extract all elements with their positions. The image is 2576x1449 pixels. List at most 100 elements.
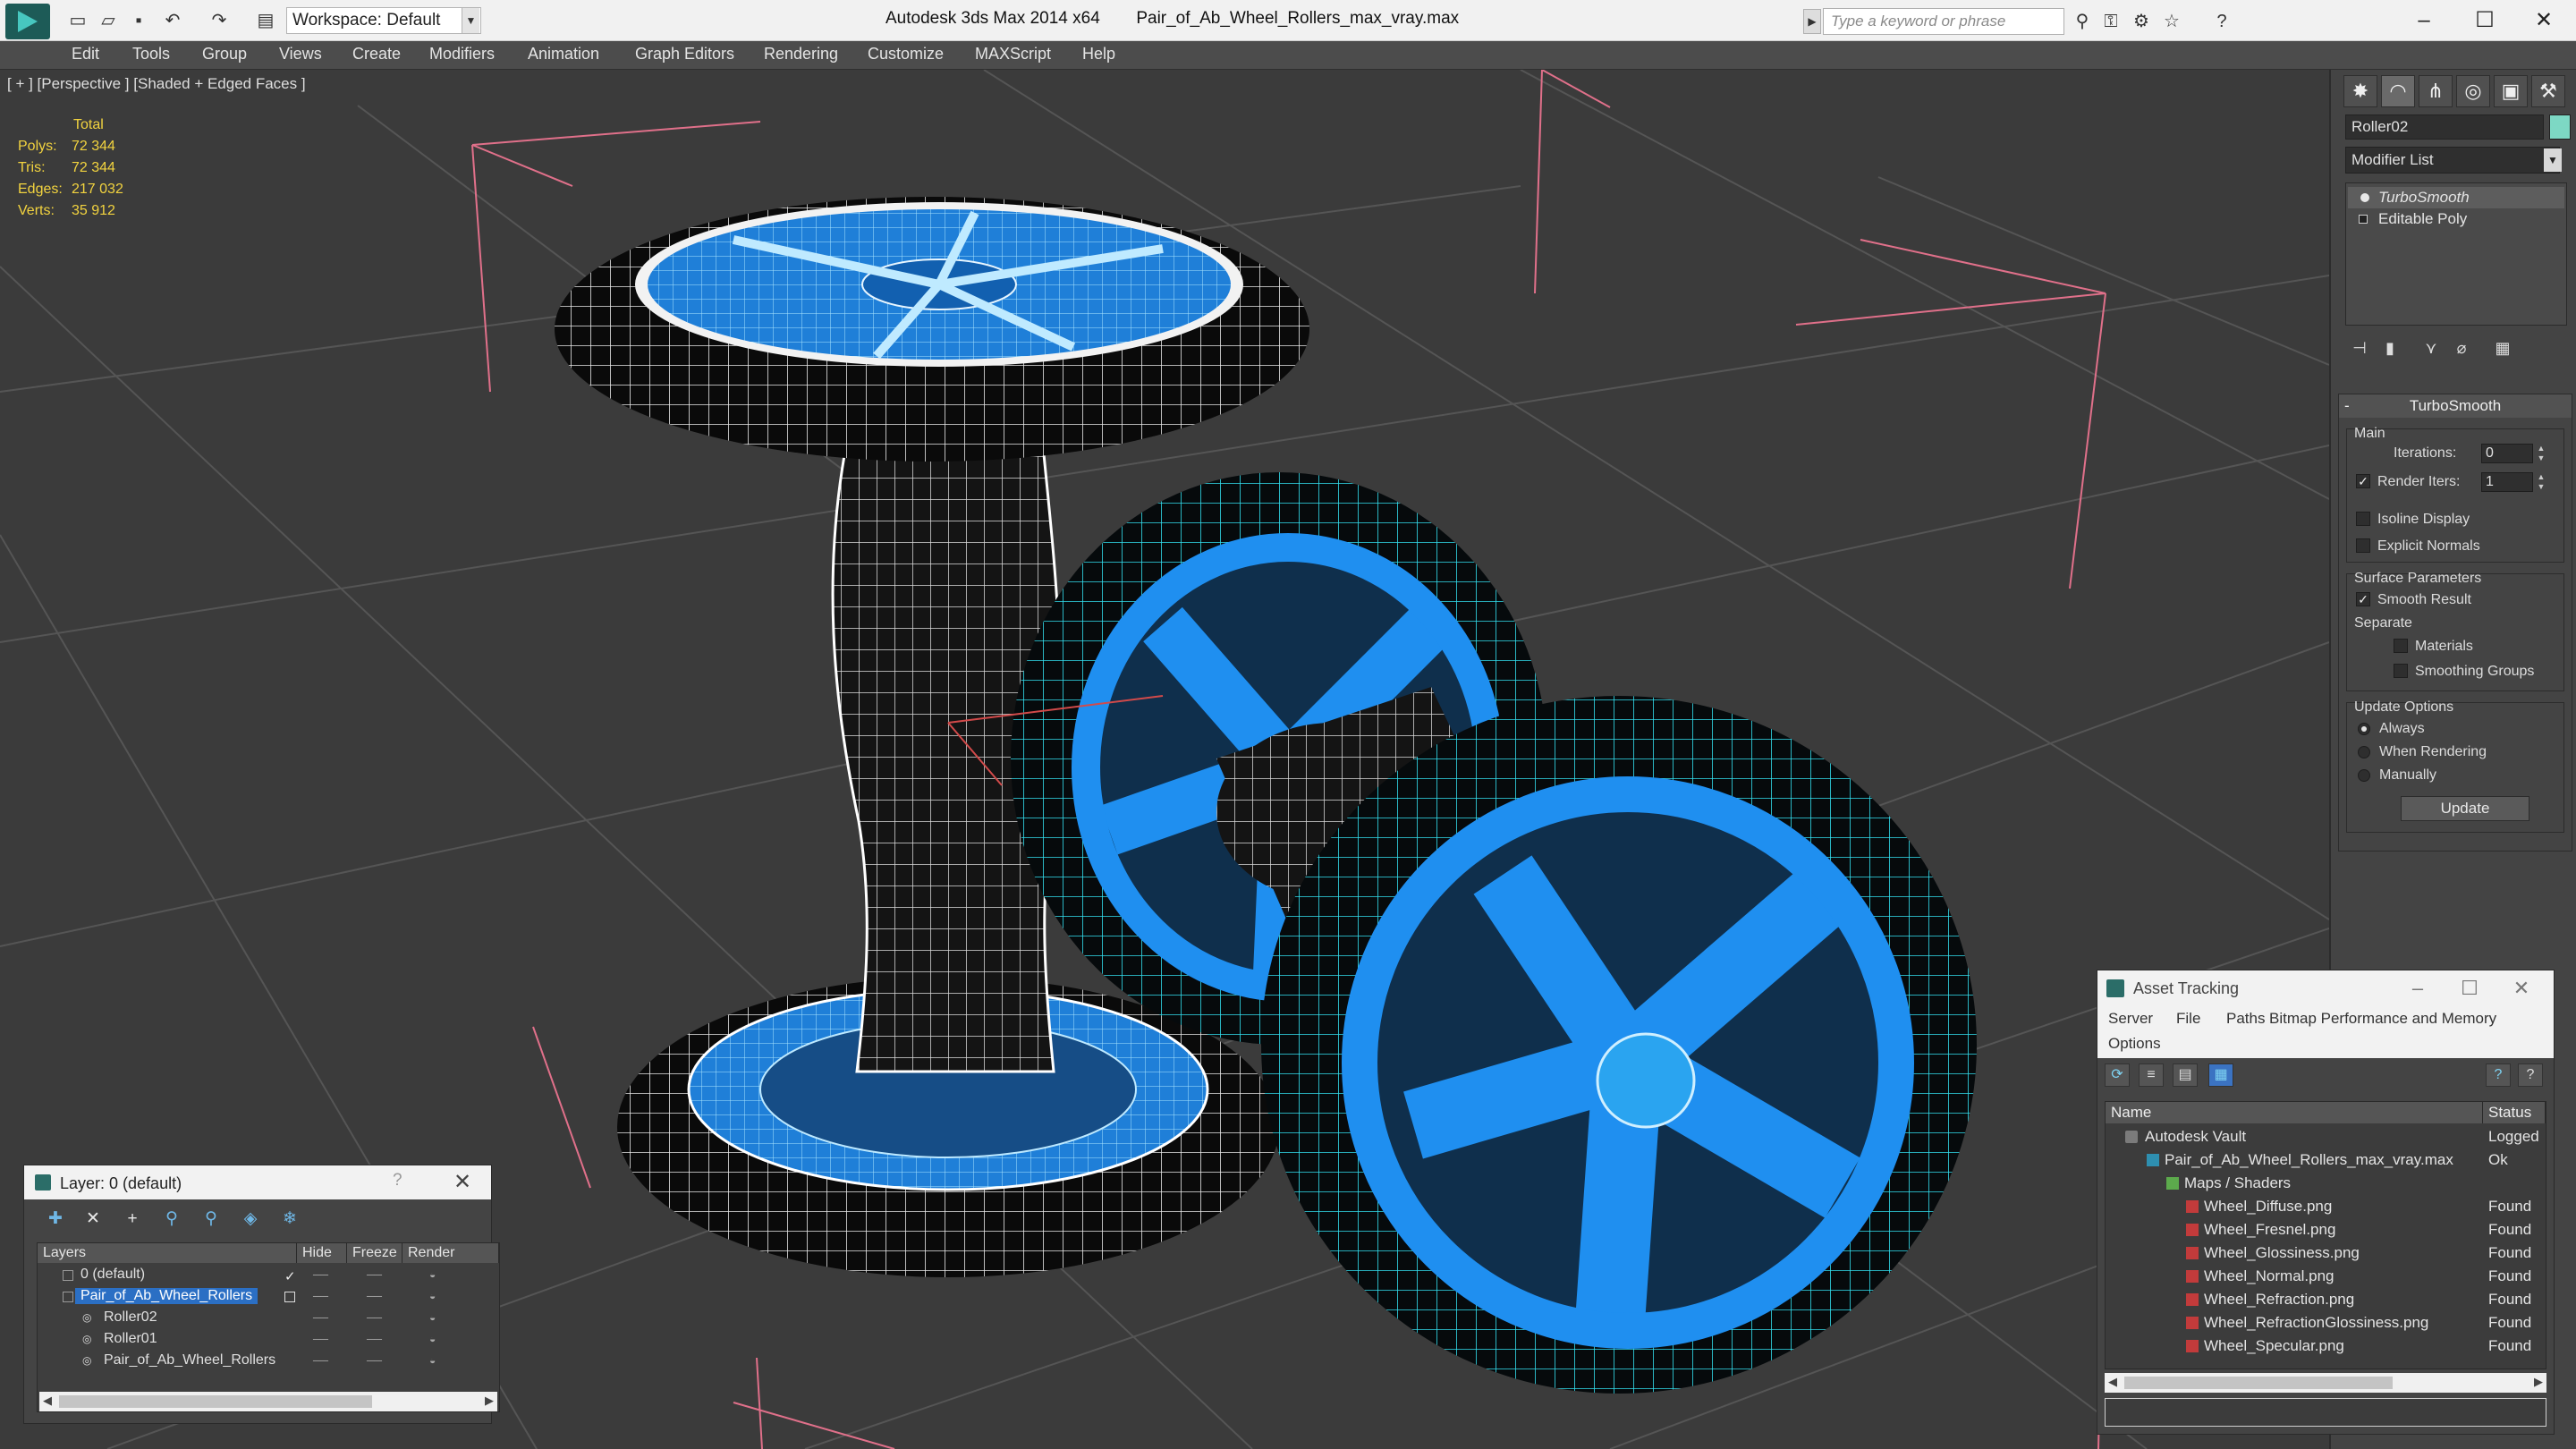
- when-rendering-radio[interactable]: [2358, 746, 2370, 758]
- menu-paths[interactable]: Paths: [2226, 1010, 2265, 1028]
- vault-help-icon[interactable]: ?: [2486, 1063, 2511, 1087]
- rollout-title[interactable]: TurboSmooth: [2339, 394, 2572, 418]
- freeze-toggle[interactable]: ──: [367, 1354, 382, 1367]
- delete-layer-icon[interactable]: ✕: [80, 1207, 106, 1232]
- help-icon[interactable]: ?: [393, 1171, 402, 1191]
- asset-row[interactable]: Wheel_Refraction.png Found: [2106, 1288, 2546, 1311]
- modify-tab-icon[interactable]: ◠: [2381, 75, 2415, 107]
- asset-row[interactable]: Wheel_Specular.png Found: [2106, 1335, 2546, 1358]
- remove-modifier-icon[interactable]: ⌀: [2449, 336, 2474, 360]
- new-file-icon[interactable]: ▭: [66, 9, 89, 32]
- layer-dialog-titlebar[interactable]: Layer: 0 (default) ? ✕: [24, 1165, 491, 1199]
- binoculars-icon[interactable]: ⚲: [2070, 9, 2095, 34]
- communication-icon[interactable]: ⚙: [2129, 9, 2154, 34]
- add-to-layer-icon[interactable]: +: [119, 1207, 146, 1232]
- manually-radio[interactable]: [2358, 769, 2370, 782]
- list-view-icon[interactable]: ≡: [2139, 1063, 2164, 1087]
- help-icon[interactable]: ?: [2209, 9, 2234, 34]
- project-folder-icon[interactable]: ▤: [254, 9, 277, 32]
- menu-animation[interactable]: Animation: [528, 45, 599, 64]
- show-end-result-icon[interactable]: ▮: [2377, 336, 2402, 360]
- favorites-star-icon[interactable]: ☆: [2159, 9, 2184, 34]
- chevron-right-icon[interactable]: ▶: [2534, 1375, 2543, 1389]
- menu-bitmap-performance[interactable]: Bitmap Performance and Memory: [2269, 1010, 2496, 1028]
- create-tab-icon[interactable]: ✸: [2343, 75, 2377, 107]
- materials-checkbox[interactable]: [2394, 639, 2408, 653]
- hide-all-layers-icon[interactable]: ◈: [237, 1207, 264, 1232]
- minimize-icon[interactable]: –: [2396, 972, 2439, 1004]
- asset-row[interactable]: Wheel_Normal.png Found: [2106, 1265, 2546, 1288]
- smoothing-groups-checkbox[interactable]: [2394, 664, 2408, 678]
- update-button[interactable]: Update: [2401, 796, 2529, 821]
- menu-tools[interactable]: Tools: [132, 45, 170, 64]
- maximize-icon[interactable]: ☐: [2448, 972, 2491, 1004]
- search-input[interactable]: [1823, 8, 2064, 35]
- refresh-icon[interactable]: ⟳: [2105, 1063, 2130, 1087]
- subscription-icon[interactable]: ⚿: [2098, 9, 2123, 34]
- close-icon[interactable]: ✕: [2517, 4, 2571, 38]
- scrollbar-thumb[interactable]: [2124, 1377, 2393, 1389]
- menu-customize[interactable]: Customize: [868, 45, 944, 64]
- create-layer-icon[interactable]: ✚: [42, 1207, 69, 1232]
- configure-modifier-sets-icon[interactable]: ▦: [2490, 336, 2515, 360]
- freeze-toggle[interactable]: ──: [367, 1333, 382, 1345]
- chevron-down-icon[interactable]: ▼: [2544, 148, 2562, 172]
- minimize-icon[interactable]: –: [2397, 4, 2451, 38]
- render-teapot-icon[interactable]: ◒: [429, 1268, 436, 1281]
- render-teapot-icon[interactable]: ◒: [429, 1311, 436, 1324]
- select-objects-icon[interactable]: ⚲: [158, 1207, 185, 1232]
- asset-row[interactable]: Maps / Shaders: [2106, 1172, 2546, 1195]
- stack-item-editable-poly[interactable]: Editable Poly: [2348, 208, 2564, 230]
- horizontal-scrollbar[interactable]: ◀ ▶: [2105, 1373, 2546, 1393]
- layer-row[interactable]: ◎ Roller01 ── ── ◒: [38, 1329, 499, 1351]
- asset-path-field[interactable]: [2105, 1398, 2546, 1427]
- column-header-freeze[interactable]: Freeze: [347, 1243, 402, 1263]
- collapse-icon[interactable]: -: [2344, 394, 2350, 418]
- menu-help[interactable]: Help: [1082, 45, 1115, 64]
- menu-server[interactable]: Server: [2108, 1010, 2153, 1028]
- workspace-select[interactable]: Workspace: Default: [286, 7, 481, 34]
- render-teapot-icon[interactable]: ◒: [429, 1354, 436, 1367]
- menu-file[interactable]: File: [2176, 1010, 2200, 1028]
- chevron-down-icon[interactable]: ▼: [462, 8, 479, 33]
- menu-edit[interactable]: Edit: [72, 45, 99, 64]
- lightbulb-icon[interactable]: [2360, 193, 2369, 202]
- menu-options[interactable]: Options: [2108, 1035, 2161, 1053]
- display-tab-icon[interactable]: ▣: [2494, 75, 2528, 107]
- open-file-icon[interactable]: ▱: [97, 9, 120, 32]
- menu-rendering[interactable]: Rendering: [764, 45, 838, 64]
- modifier-list-dropdown[interactable]: Modifier List: [2345, 147, 2560, 174]
- hide-toggle[interactable]: ──: [313, 1268, 328, 1281]
- isoline-display-checkbox[interactable]: [2356, 512, 2370, 526]
- freeze-toggle[interactable]: ──: [367, 1268, 382, 1281]
- freeze-toggle[interactable]: ──: [367, 1290, 382, 1302]
- asset-row[interactable]: Pair_of_Ab_Wheel_Rollers_max_vray.max Ok: [2106, 1148, 2546, 1172]
- redo-icon[interactable]: ↷: [208, 9, 231, 32]
- search-expand-icon[interactable]: ▶: [1803, 9, 1821, 34]
- layer-row[interactable]: 0 (default) ✓ ── ── ◒: [38, 1265, 499, 1286]
- current-layer-box-icon[interactable]: [284, 1292, 295, 1302]
- save-file-icon[interactable]: ▪: [127, 9, 150, 32]
- chevron-left-icon[interactable]: ◀: [2108, 1375, 2117, 1389]
- layer-row[interactable]: Pair_of_Ab_Wheel_Rollers ── ── ◒: [38, 1286, 499, 1308]
- column-header-render[interactable]: Render: [402, 1243, 499, 1263]
- layer-row[interactable]: ◎ Roller02 ── ── ◒: [38, 1308, 499, 1329]
- asset-row[interactable]: Wheel_Glossiness.png Found: [2106, 1241, 2546, 1265]
- app-logo-icon[interactable]: [5, 4, 50, 39]
- motion-tab-icon[interactable]: ◎: [2456, 75, 2490, 107]
- maximize-icon[interactable]: ☐: [2458, 4, 2512, 38]
- asset-row[interactable]: Wheel_RefractionGlossiness.png Found: [2106, 1311, 2546, 1335]
- render-teapot-icon[interactable]: ◒: [429, 1333, 436, 1345]
- current-layer-check-icon[interactable]: ✓: [284, 1268, 296, 1284]
- make-unique-icon[interactable]: ⋎: [2419, 336, 2444, 360]
- render-teapot-icon[interactable]: ◒: [429, 1290, 436, 1302]
- scrollbar-thumb[interactable]: [59, 1395, 372, 1408]
- horizontal-scrollbar[interactable]: ◀ ▶: [39, 1392, 497, 1411]
- close-icon[interactable]: ✕: [2500, 972, 2543, 1004]
- explicit-normals-checkbox[interactable]: [2356, 538, 2370, 553]
- close-icon[interactable]: ✕: [445, 1167, 480, 1198]
- asset-row[interactable]: Autodesk Vault Logged: [2106, 1125, 2546, 1148]
- detail-view-icon[interactable]: ▤: [2173, 1063, 2198, 1087]
- pin-stack-icon[interactable]: ⊣: [2347, 336, 2372, 360]
- utilities-tab-icon[interactable]: ⚒: [2531, 75, 2565, 107]
